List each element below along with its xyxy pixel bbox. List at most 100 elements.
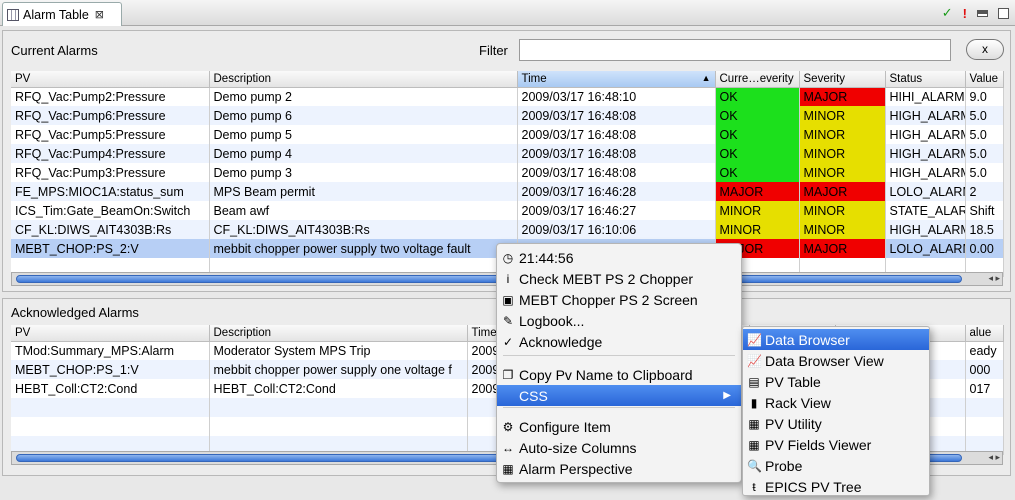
cell-pv: CF_KL:DIWS_AIT4303B:Rs bbox=[11, 220, 210, 239]
menu-item-alarm-perspective[interactable]: ▦ Alarm Perspective bbox=[497, 458, 741, 479]
perspective-icon: ▦ bbox=[502, 461, 514, 476]
menu-item-css[interactable]: CSS ▶ bbox=[497, 385, 741, 406]
cell-value: 000 bbox=[965, 360, 1004, 379]
cell-time: 2009/03/17 16:48:08 bbox=[517, 144, 716, 163]
current-alarms-title: Current Alarms bbox=[11, 43, 98, 58]
cell-value: eady bbox=[965, 341, 1004, 360]
column-header-current-severity[interactable]: Curre…everity bbox=[715, 71, 800, 88]
menu-item-acknowledge[interactable]: ✓ Acknowledge bbox=[497, 331, 741, 352]
menu-item-label: Data Browser View bbox=[765, 352, 884, 369]
scroll-arrows-icon[interactable]: ◂ ▸ bbox=[988, 273, 1000, 284]
column-header-status[interactable]: Status bbox=[885, 71, 966, 88]
cell-time: 2009/03/17 16:48:10 bbox=[517, 87, 716, 106]
cell-current-severity: OK bbox=[715, 163, 800, 182]
column-header-pv[interactable]: PV bbox=[11, 325, 210, 342]
cell-value: 2 bbox=[965, 182, 1004, 201]
scrollbar-thumb[interactable] bbox=[16, 275, 962, 283]
submenu-item-pv-utility[interactable]: ▦ PV Utility bbox=[743, 413, 929, 434]
menu-item-label: PV Utility bbox=[765, 415, 822, 432]
menu-separator bbox=[503, 407, 735, 408]
cell-value: 5.0 bbox=[965, 106, 1004, 125]
table-row[interactable]: RFQ_Vac:Pump4:Pressure Demo pump 4 2009/03… bbox=[11, 144, 1004, 163]
column-header-severity[interactable]: Severity bbox=[799, 71, 886, 88]
column-header-description[interactable]: Description bbox=[209, 71, 518, 88]
pv-fields-icon: ▦ bbox=[748, 437, 760, 452]
data-browser-icon: 📈 bbox=[747, 332, 762, 347]
unacknowledge-icon[interactable]: ! bbox=[963, 6, 967, 21]
table-icon bbox=[7, 8, 19, 21]
cell-value: 0.00 bbox=[965, 239, 1004, 258]
check-icon: ✓ bbox=[502, 334, 514, 349]
menu-item-21-44-56[interactable]: ◷ 21:44:56 bbox=[497, 247, 741, 268]
cell-description: mebbit chopper power supply one voltage … bbox=[209, 360, 468, 379]
close-tab-icon[interactable]: ⊠ bbox=[95, 8, 104, 21]
submenu-item-probe[interactable]: 🔍 Probe bbox=[743, 455, 929, 476]
submenu-item-pv-table[interactable]: ▤ PV Table bbox=[743, 371, 929, 392]
cell-pv: RFQ_Vac:Pump4:Pressure bbox=[11, 144, 210, 163]
table-row[interactable]: FE_MPS:MIOC1A:status_sum MPS Beam permit 2… bbox=[11, 182, 1004, 201]
menu-item-label: Alarm Perspective bbox=[519, 460, 633, 477]
menu-item-mebt-chopper-ps-2-screen[interactable]: ▣ MEBT Chopper PS 2 Screen bbox=[497, 289, 741, 310]
submenu-item-data-browser[interactable]: 📈 Data Browser bbox=[743, 329, 929, 350]
pv-utility-icon: ▦ bbox=[748, 416, 760, 431]
cell-status: LOLO_ALARM bbox=[885, 239, 966, 258]
cell-description: Demo pump 6 bbox=[209, 106, 518, 125]
cell-description: Demo pump 3 bbox=[209, 163, 518, 182]
filter-input[interactable] bbox=[519, 39, 951, 61]
table-row[interactable]: RFQ_Vac:Pump2:Pressure Demo pump 2 2009/03… bbox=[11, 87, 1004, 106]
cell-description: Moderator System MPS Trip bbox=[209, 341, 468, 360]
empty-cell bbox=[209, 417, 468, 436]
submenu-item-rack-view[interactable]: ▮ Rack View bbox=[743, 392, 929, 413]
table-row[interactable]: RFQ_Vac:Pump3:Pressure Demo pump 3 2009/03… bbox=[11, 163, 1004, 182]
cell-description: mebbit chopper power supply two voltage … bbox=[209, 239, 518, 258]
menu-item-copy-pv-name-to-clipboard[interactable]: ❐ Copy Pv Name to Clipboard bbox=[497, 364, 741, 385]
column-header-pv[interactable]: PV bbox=[11, 71, 210, 88]
alarm-table-view: Alarm Table ⊠ ✓ ! Current Alarms Filter … bbox=[0, 0, 1015, 500]
filter-label: Filter bbox=[479, 43, 508, 58]
cell-description: Beam awf bbox=[209, 201, 518, 220]
cell-current-severity: OK bbox=[715, 144, 800, 163]
data-browser-view-icon: 📈 bbox=[747, 353, 762, 368]
table-row[interactable]: RFQ_Vac:Pump6:Pressure Demo pump 6 2009/03… bbox=[11, 106, 1004, 125]
menu-item-check-mebt-ps-2-chopper[interactable]: i Check MEBT PS 2 Chopper bbox=[497, 268, 741, 289]
menu-item-logbook[interactable]: ✎ Logbook... bbox=[497, 310, 741, 331]
cell-pv: FE_MPS:MIOC1A:status_sum bbox=[11, 182, 210, 201]
submenu-item-pv-fields-viewer[interactable]: ▦ PV Fields Viewer bbox=[743, 434, 929, 455]
cell-pv: RFQ_Vac:Pump5:Pressure bbox=[11, 125, 210, 144]
cell-value: Shift bbox=[965, 201, 1004, 220]
menu-separator bbox=[503, 355, 735, 356]
menu-item-label: Rack View bbox=[765, 394, 831, 411]
table-row[interactable]: RFQ_Vac:Pump5:Pressure Demo pump 5 2009/03… bbox=[11, 125, 1004, 144]
maximize-icon[interactable] bbox=[998, 7, 1009, 19]
column-header-time[interactable]: Time ▲ bbox=[517, 71, 716, 88]
cell-severity: MINOR bbox=[799, 220, 886, 239]
cell-pv: MEBT_CHOP:PS_1:V bbox=[11, 360, 210, 379]
minimize-icon[interactable] bbox=[977, 9, 988, 17]
cell-description: CF_KL:DIWS_AIT4303B:Rs bbox=[209, 220, 518, 239]
table-row[interactable]: CF_KL:DIWS_AIT4303B:Rs CF_KL:DIWS_AIT4303… bbox=[11, 220, 1004, 239]
cell-value: 18.5 bbox=[965, 220, 1004, 239]
submenu-item-data-browser-view[interactable]: 📈 Data Browser View bbox=[743, 350, 929, 371]
cell-current-severity: MINOR bbox=[715, 220, 800, 239]
cell-status: HIGH_ALARM bbox=[885, 125, 966, 144]
submenu-item-epics-pv-tree[interactable]: ŧ EPICS PV Tree bbox=[743, 476, 929, 497]
column-header-description[interactable]: Description bbox=[209, 325, 468, 342]
column-header-value[interactable]: alue bbox=[965, 325, 1004, 342]
rack-view-icon: ▮ bbox=[750, 395, 758, 410]
cell-pv: MEBT_CHOP:PS_2:V bbox=[11, 239, 210, 258]
menu-item-configure-item[interactable]: ⚙ Configure Item bbox=[497, 416, 741, 437]
cell-current-severity: OK bbox=[715, 125, 800, 144]
cell-severity: MINOR bbox=[799, 125, 886, 144]
column-header-value[interactable]: Value bbox=[965, 71, 1004, 88]
alarm-table-tab[interactable]: Alarm Table ⊠ bbox=[2, 2, 122, 26]
menu-item-label: MEBT Chopper PS 2 Screen bbox=[519, 291, 698, 308]
menu-item-label: Probe bbox=[765, 457, 803, 474]
acknowledge-icon[interactable]: ✓ bbox=[942, 5, 953, 21]
scroll-arrows-icon[interactable]: ◂ ▸ bbox=[988, 452, 1000, 463]
menu-item-label: Logbook... bbox=[519, 312, 585, 329]
cell-description: Demo pump 2 bbox=[209, 87, 518, 106]
table-row[interactable]: ICS_Tim:Gate_BeamOn:Switch Beam awf 2009/0… bbox=[11, 201, 1004, 220]
clear-filter-button[interactable]: x bbox=[966, 39, 1004, 60]
menu-item-auto-size-columns[interactable]: ↔ Auto-size Columns bbox=[497, 437, 741, 458]
cell-value: 017 bbox=[965, 379, 1004, 398]
